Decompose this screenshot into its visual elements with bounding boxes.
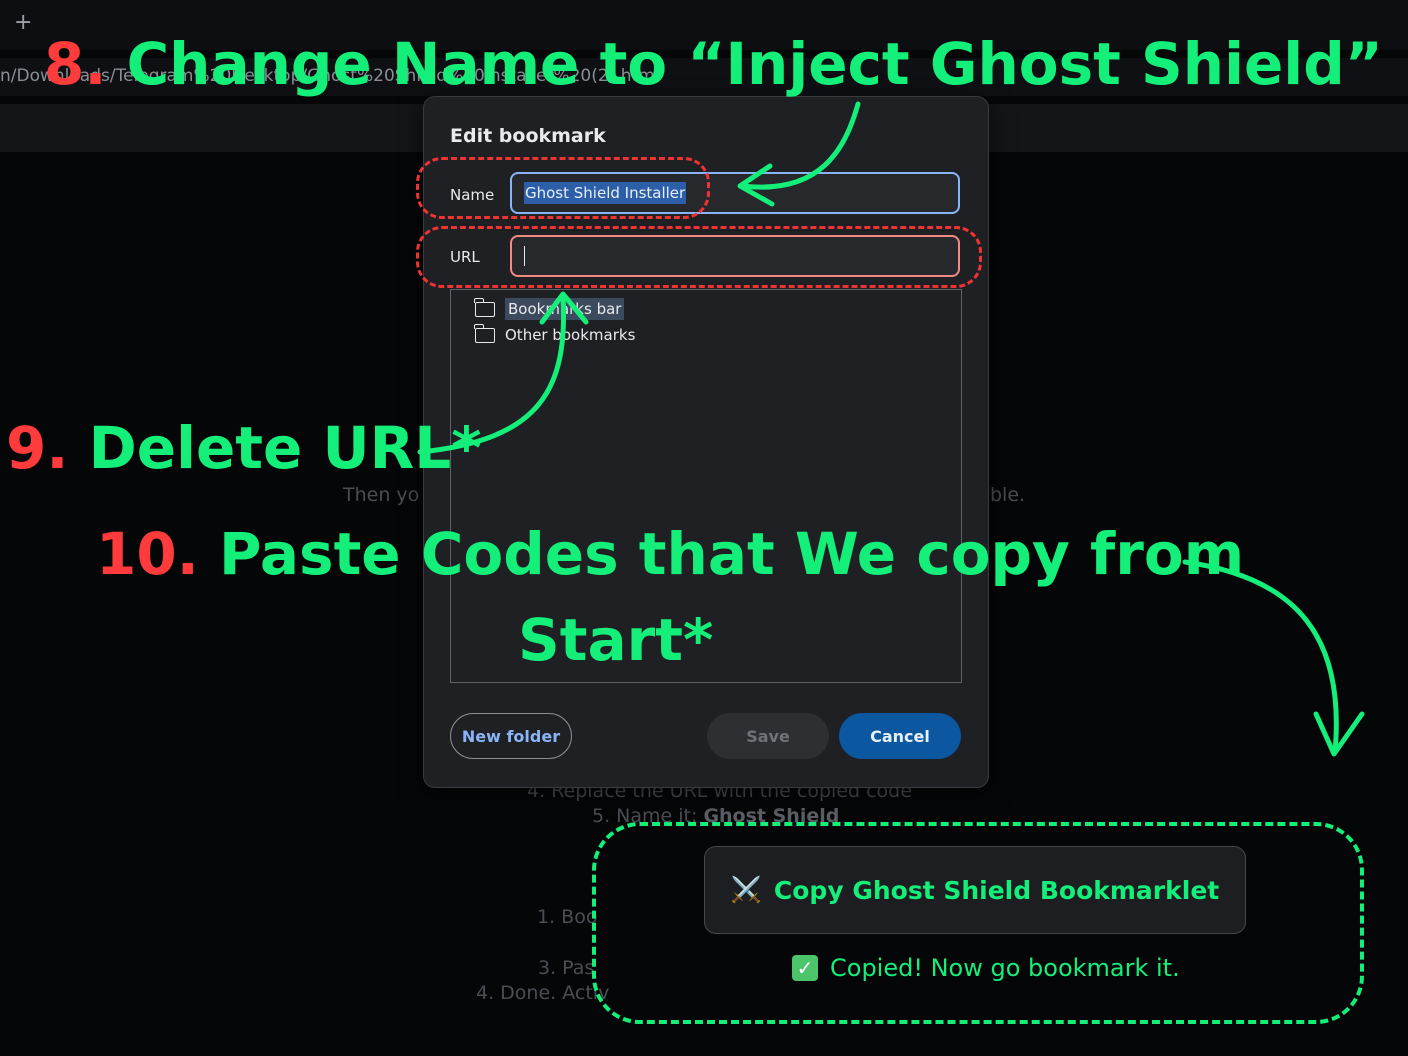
check-icon: ✓: [792, 955, 818, 981]
page-step-3: 3. Pas: [538, 957, 595, 979]
step-9-text: Delete URL*: [88, 414, 482, 482]
step-10-text: Paste Codes that We copy from: [218, 520, 1245, 588]
folder-icon: [474, 297, 495, 317]
annotation-step-8: 8. Change Name to “Inject Ghost Shield”: [44, 30, 1383, 98]
name-highlight-box: [416, 157, 710, 219]
cancel-button[interactable]: Cancel: [839, 713, 961, 759]
new-folder-button[interactable]: New folder: [450, 713, 572, 759]
folder-icon: [474, 323, 495, 343]
step-10-number: 10.: [96, 520, 199, 588]
arrow-to-bookmarklet-head: [1313, 711, 1365, 757]
step-9-number: 9.: [6, 414, 69, 482]
page-step-4b: 4. Done. Activ: [476, 982, 610, 1004]
copy-bookmarklet-label: Copy Ghost Shield Bookmarklet: [773, 875, 1220, 905]
arrow-to-bookmarklet: [1182, 559, 1339, 755]
page-line-then-end: ble.: [990, 484, 1026, 506]
save-button[interactable]: Save: [707, 713, 829, 759]
page-line-then: Then yo: [343, 484, 420, 506]
step-8-text: Change Name to “Inject Ghost Shield”: [126, 30, 1383, 98]
new-tab-button[interactable]: +: [14, 10, 32, 35]
annotation-step-9: 9. Delete URL*: [6, 414, 482, 482]
copied-status: ✓ Copied! Now go bookmark it.: [792, 954, 1180, 982]
copied-status-text: Copied! Now go bookmark it.: [830, 954, 1180, 982]
copy-bookmarklet-button[interactable]: ⚔️ Copy Ghost Shield Bookmarklet: [704, 846, 1246, 934]
page-step-1: 1. Boo: [537, 906, 598, 928]
step-8-number: 8.: [44, 30, 107, 98]
folder-item-other-bookmarks[interactable]: Other bookmarks: [474, 323, 636, 344]
url-highlight-box: [416, 226, 982, 288]
dialog-title: Edit bookmark: [450, 125, 606, 147]
crossed-swords-icon: ⚔️: [730, 875, 762, 904]
annotation-step-10-line2: Start*: [518, 606, 714, 674]
annotation-step-10: 10. Paste Codes that We copy from: [96, 520, 1244, 588]
folder-label: Bookmarks bar: [505, 298, 625, 320]
folder-label: Other bookmarks: [505, 326, 636, 344]
folder-item-bookmarks-bar[interactable]: Bookmarks bar: [474, 297, 625, 320]
